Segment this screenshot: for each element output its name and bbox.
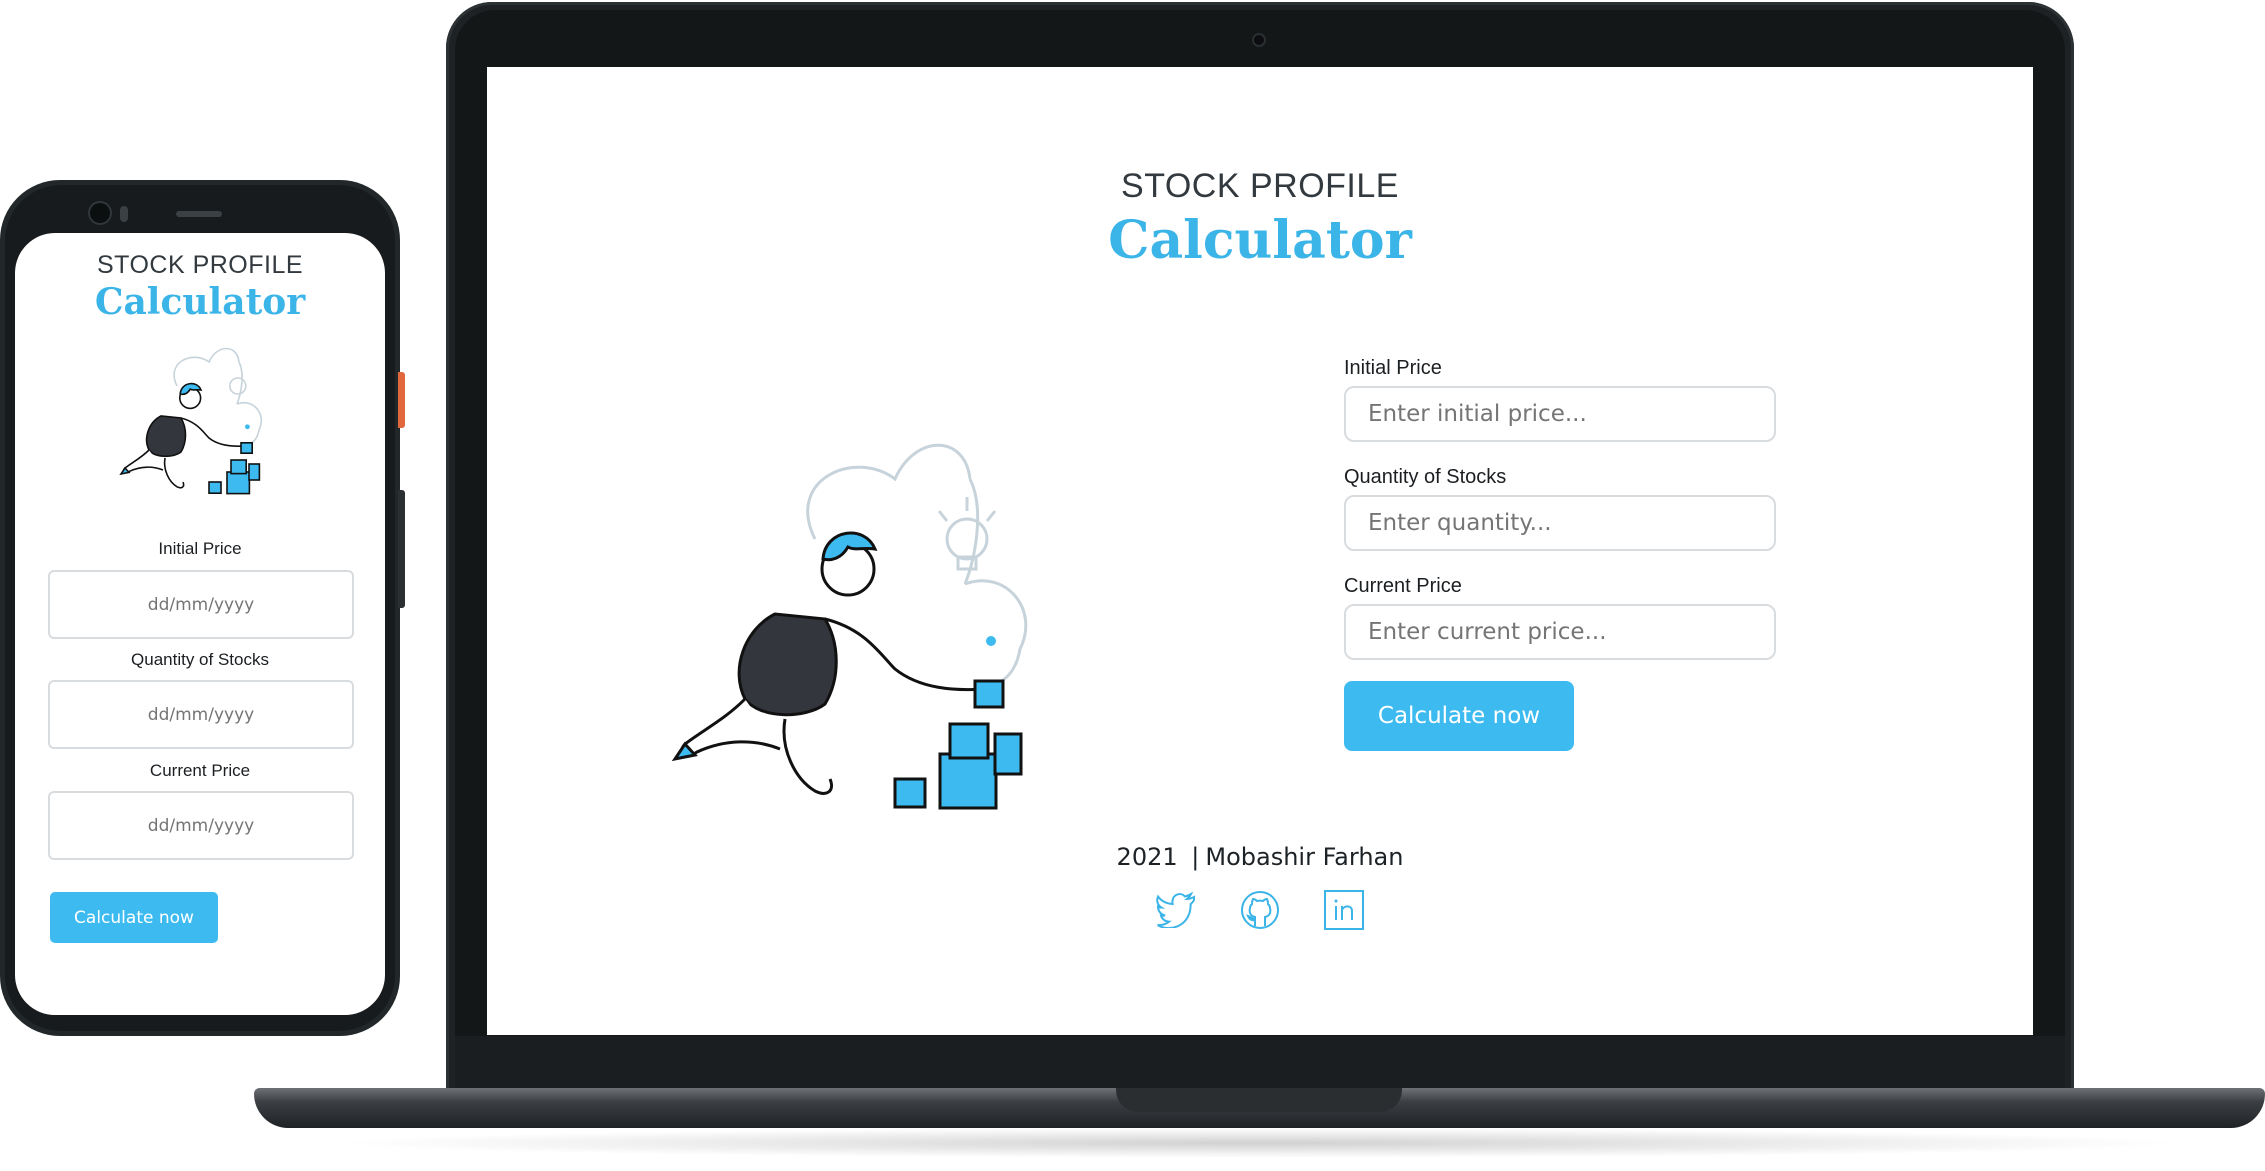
initial-price-label: Initial Price	[1344, 357, 1442, 379]
laptop-chin	[455, 1036, 2065, 1092]
quantity-input[interactable]	[1344, 495, 1776, 551]
phone-sensor	[120, 206, 128, 222]
mobile-hero-illustration	[85, 338, 325, 498]
lightbulb-icon	[937, 497, 997, 571]
initial-price-input[interactable]	[1344, 386, 1776, 442]
current-price-input[interactable]	[1344, 604, 1776, 660]
mobile-page-title-top: STOCK PROFILE	[96, 251, 304, 279]
phone-power-button	[398, 372, 405, 428]
mobile-quantity-input[interactable]	[48, 680, 354, 749]
current-price-label: Current Price	[1344, 575, 1462, 597]
phone-screen: STOCK PROFILE Calculator Initial Price d…	[15, 233, 385, 1015]
laptop-camera	[1254, 35, 1264, 45]
mobile-page-title: Calculator	[94, 281, 306, 323]
github-icon[interactable]	[1239, 889, 1281, 931]
linkedin-icon[interactable]	[1323, 889, 1365, 931]
laptop-shadow	[330, 1128, 2190, 1158]
footer-author: Mobashir Farhan	[1205, 843, 1404, 871]
mobile-initial-price-label: Initial Price	[158, 539, 242, 558]
calculate-button[interactable]: Calculate now	[1344, 681, 1574, 751]
mobile-quantity-label: Quantity of Stocks	[131, 650, 269, 669]
phone-speaker	[176, 211, 222, 217]
footer-separator: |	[1191, 843, 1200, 871]
mobile-current-price-label: Current Price	[149, 761, 251, 780]
page-title: Calculator	[1108, 210, 1412, 271]
footer-year: 2021	[1116, 843, 1178, 871]
footer-credit: 2021 | Mobashir Farhan	[487, 843, 2033, 871]
quantity-label: Quantity of Stocks	[1344, 466, 1507, 488]
page-title-top: STOCK PROFILE	[1121, 167, 1399, 205]
phone-camera	[90, 203, 110, 223]
mobile-initial-price-input[interactable]	[48, 570, 354, 639]
mobile-current-price-input[interactable]	[48, 791, 354, 860]
phone-volume-button	[398, 490, 405, 608]
mobile-calculate-button[interactable]: Calculate now	[50, 892, 218, 943]
laptop-screen: STOCK PROFILE Calculator Initial Price E…	[487, 67, 2033, 1035]
hero-illustration	[665, 419, 1105, 819]
laptop-hinge-notch	[1116, 1088, 1402, 1112]
twitter-icon[interactable]	[1155, 889, 1197, 931]
